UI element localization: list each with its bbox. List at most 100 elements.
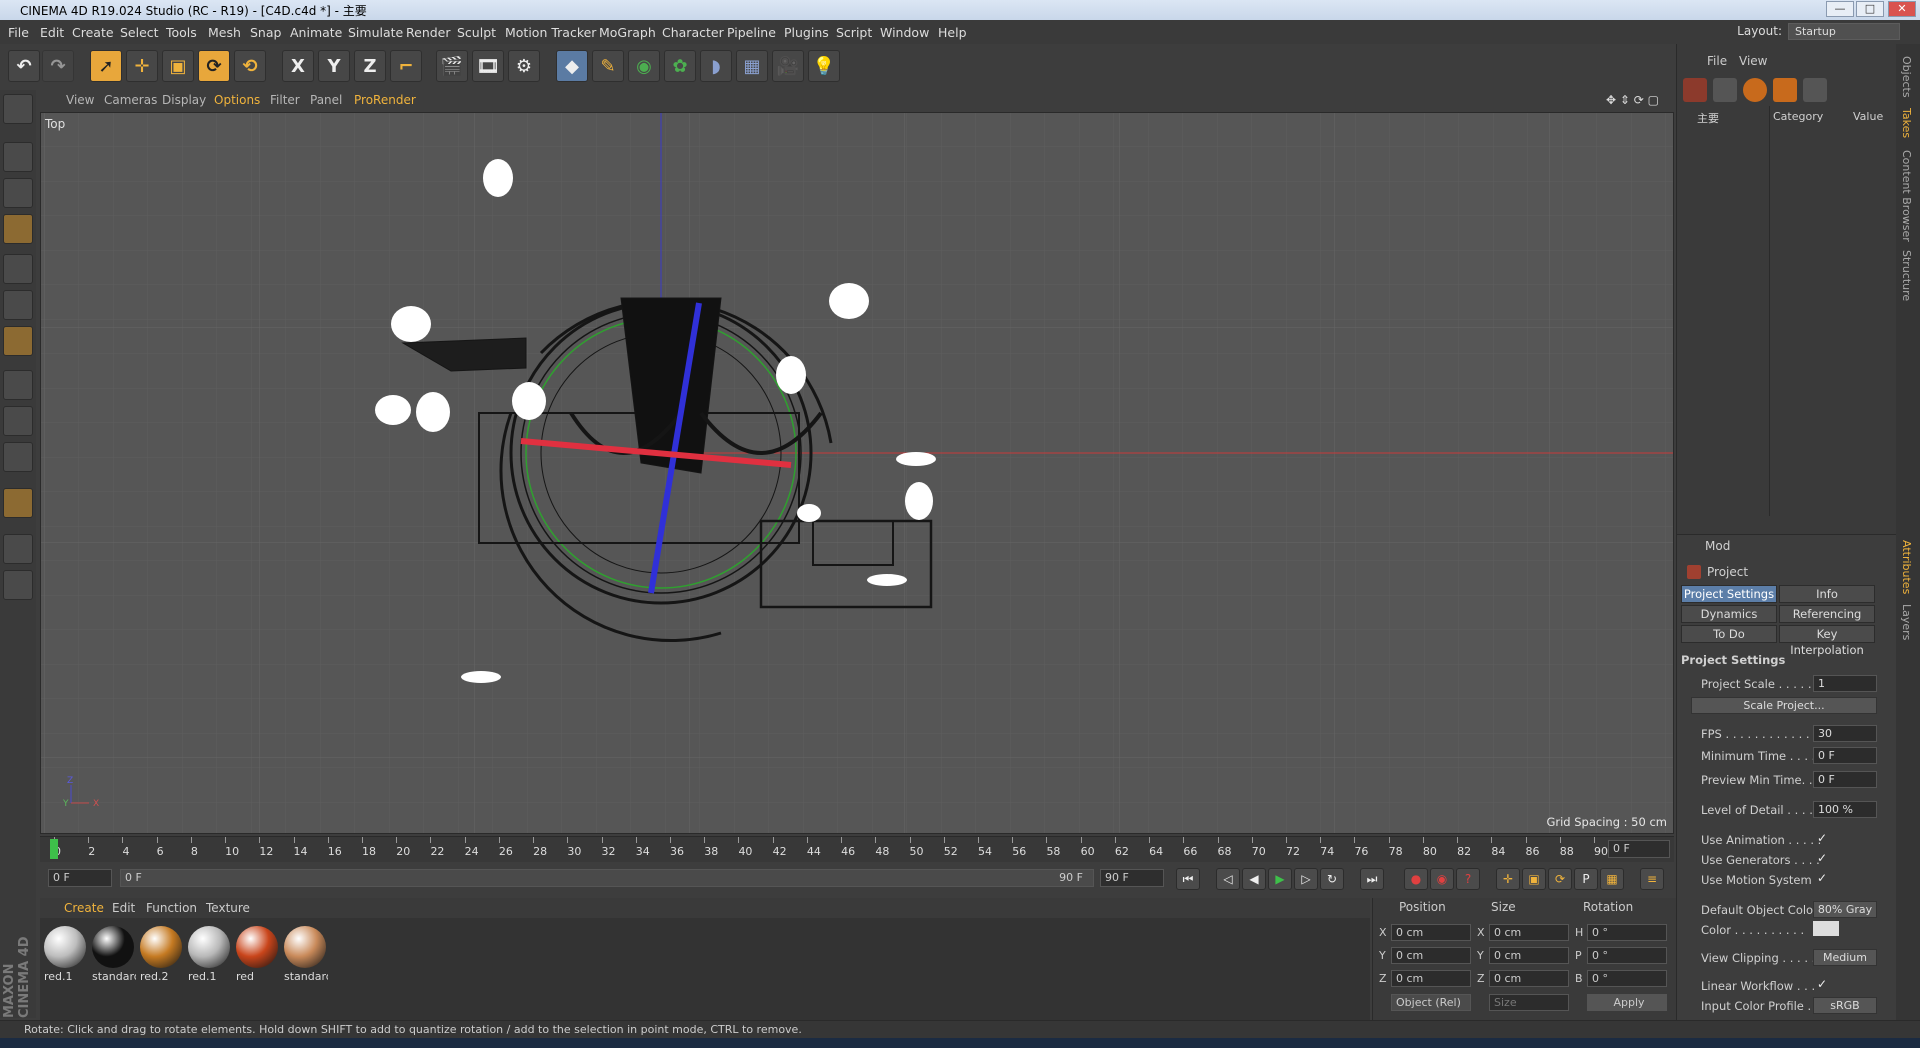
material-swatch[interactable]: standard bbox=[282, 924, 328, 983]
material-swatch[interactable]: red.2 bbox=[138, 924, 184, 983]
material-swatch[interactable]: red bbox=[234, 924, 280, 983]
use-animation-checkbox[interactable]: ✓ bbox=[1817, 831, 1827, 845]
material-swatch[interactable]: red.1 bbox=[186, 924, 232, 983]
rotation-h-field[interactable]: 0 ° bbox=[1587, 924, 1667, 941]
tab-info[interactable]: Info bbox=[1779, 585, 1875, 603]
material-menu-texture[interactable]: Texture bbox=[206, 901, 250, 915]
deformer-icon[interactable]: ◗ bbox=[700, 50, 732, 82]
coordinate-mode-dropdown[interactable]: Object (Rel) bbox=[1391, 994, 1471, 1011]
timeline-settings-icon[interactable]: ≡ bbox=[1640, 868, 1664, 890]
autokey-icon[interactable]: ◉ bbox=[1430, 868, 1454, 890]
cloner-icon[interactable]: ✿ bbox=[664, 50, 696, 82]
menu-plugins[interactable]: Plugins bbox=[784, 25, 829, 40]
close-button[interactable]: ✕ bbox=[1888, 1, 1916, 17]
menu-select[interactable]: Select bbox=[120, 25, 159, 40]
tab-layers[interactable]: Layers bbox=[1900, 604, 1913, 640]
goto-start-icon[interactable]: ⏮ bbox=[1176, 868, 1200, 890]
menu-render[interactable]: Render bbox=[406, 25, 451, 40]
frame-range-slider[interactable]: 0 F 90 F bbox=[120, 869, 1094, 887]
tab-project-settings[interactable]: Project Settings bbox=[1681, 585, 1777, 603]
color-swatch[interactable] bbox=[1813, 921, 1839, 936]
prev-key-icon[interactable]: ◁ bbox=[1216, 868, 1240, 890]
recent-tool-icon[interactable]: ⟲ bbox=[234, 50, 266, 82]
use-generators-checkbox[interactable]: ✓ bbox=[1817, 851, 1827, 865]
take-item-main[interactable]: 主要 bbox=[1697, 110, 1719, 126]
minimize-button[interactable]: — bbox=[1826, 1, 1854, 17]
cube-primitive-icon[interactable]: ◆ bbox=[556, 50, 588, 82]
menu-window[interactable]: Window bbox=[880, 25, 929, 40]
viewport-menu-display[interactable]: Display bbox=[162, 93, 206, 107]
render-view-icon[interactable]: 🎬 bbox=[436, 50, 468, 82]
tweak-mode-icon[interactable] bbox=[3, 406, 33, 436]
size-x-field[interactable]: 0 cm bbox=[1489, 924, 1569, 941]
input-color-profile-dropdown[interactable]: sRGB bbox=[1813, 997, 1877, 1014]
record-active-icon[interactable]: ● bbox=[1404, 868, 1428, 890]
menu-file[interactable]: File bbox=[8, 25, 29, 40]
key-rotation-icon[interactable]: ⟳ bbox=[1548, 868, 1572, 890]
menu-create[interactable]: Create bbox=[72, 25, 114, 40]
viewport-menu-panel[interactable]: Panel bbox=[310, 93, 342, 107]
rotation-p-field[interactable]: 0 ° bbox=[1587, 947, 1667, 964]
tab-attributes[interactable]: Attributes bbox=[1900, 540, 1913, 594]
key-scale-icon[interactable]: ▣ bbox=[1522, 868, 1546, 890]
minimum-time-field[interactable]: 0 F bbox=[1813, 747, 1877, 764]
points-mode-icon[interactable] bbox=[3, 254, 33, 284]
material-menu-function[interactable]: Function bbox=[146, 901, 197, 915]
tab-dynamics[interactable]: Dynamics bbox=[1681, 605, 1777, 623]
position-z-field[interactable]: 0 cm bbox=[1391, 970, 1471, 987]
prev-frame-icon[interactable]: ◀ bbox=[1242, 868, 1266, 890]
light-icon[interactable]: 💡 bbox=[808, 50, 840, 82]
workplane-lock-icon[interactable] bbox=[3, 534, 33, 564]
scale-project-button[interactable]: Scale Project... bbox=[1691, 697, 1877, 714]
next-frame-icon[interactable]: ▷ bbox=[1294, 868, 1318, 890]
x-axis-lock-button[interactable]: X bbox=[282, 50, 314, 82]
start-frame-field[interactable]: 0 F bbox=[48, 869, 112, 887]
edges-mode-icon[interactable] bbox=[3, 290, 33, 320]
key-pla-icon[interactable]: ▦ bbox=[1600, 868, 1624, 890]
key-position-icon[interactable]: ✛ bbox=[1496, 868, 1520, 890]
viewport-menu-prorender[interactable]: ProRender bbox=[354, 93, 416, 107]
menu-snap[interactable]: Snap bbox=[250, 25, 281, 40]
menu-tools[interactable]: Tools bbox=[166, 25, 197, 40]
menu-script[interactable]: Script bbox=[836, 25, 872, 40]
viewport-nav-icons[interactable]: ✥ ⇕ ⟳ ▢ bbox=[1606, 93, 1659, 107]
timeline-ruler[interactable]: 0246810121416182022242628303234363840424… bbox=[40, 836, 1674, 862]
size-mode-dropdown[interactable]: Size bbox=[1489, 994, 1569, 1011]
tab-objects[interactable]: Objects bbox=[1900, 56, 1913, 98]
material-swatch[interactable]: standard bbox=[90, 924, 136, 983]
fps-field[interactable]: 30 bbox=[1813, 725, 1877, 742]
menu-edit[interactable]: Edit bbox=[40, 25, 64, 40]
position-y-field[interactable]: 0 cm bbox=[1391, 947, 1471, 964]
viewport-menu-cameras[interactable]: Cameras bbox=[104, 93, 157, 107]
menu-mograph[interactable]: MoGraph bbox=[599, 25, 656, 40]
size-y-field[interactable]: 0 cm bbox=[1489, 947, 1569, 964]
spline-pen-icon[interactable]: ✎ bbox=[592, 50, 624, 82]
workplane-mode-icon[interactable] bbox=[3, 214, 33, 244]
use-motion-system-checkbox[interactable]: ✓ bbox=[1817, 871, 1827, 885]
floor-icon[interactable]: ▦ bbox=[736, 50, 768, 82]
timeline-playhead[interactable] bbox=[50, 839, 58, 859]
menu-help[interactable]: Help bbox=[938, 25, 967, 40]
level-of-detail-field[interactable]: 100 % bbox=[1813, 801, 1877, 818]
subdivision-surface-icon[interactable]: ◉ bbox=[628, 50, 660, 82]
take-auto-icon[interactable] bbox=[1773, 78, 1797, 102]
model-mode-icon[interactable] bbox=[3, 142, 33, 172]
take-render-icon[interactable] bbox=[1803, 78, 1827, 102]
menu-mesh[interactable]: Mesh bbox=[208, 25, 241, 40]
camera-icon[interactable]: 🎥 bbox=[772, 50, 804, 82]
menu-character[interactable]: Character bbox=[662, 25, 724, 40]
current-frame-field[interactable]: 0 F bbox=[1608, 840, 1670, 858]
viewport-menu-filter[interactable]: Filter bbox=[270, 93, 300, 107]
play-icon[interactable]: ▶ bbox=[1268, 868, 1292, 890]
maximize-button[interactable]: □ bbox=[1856, 1, 1884, 17]
viewport-menu-options[interactable]: Options bbox=[214, 93, 260, 107]
objects-menu-view[interactable]: View bbox=[1739, 54, 1767, 68]
viewport-top[interactable]: Y Z X Top Grid Spacing : 50 cm bbox=[40, 112, 1674, 834]
rotation-b-field[interactable]: 0 ° bbox=[1587, 970, 1667, 987]
make-editable-icon[interactable] bbox=[3, 94, 33, 124]
take-add-icon[interactable] bbox=[1683, 78, 1707, 102]
redo-icon[interactable]: ↷ bbox=[42, 50, 74, 82]
linear-workflow-checkbox[interactable]: ✓ bbox=[1817, 977, 1827, 991]
menu-motion-tracker[interactable]: Motion Tracker bbox=[505, 25, 596, 40]
solo-mode-icon[interactable] bbox=[3, 442, 33, 472]
